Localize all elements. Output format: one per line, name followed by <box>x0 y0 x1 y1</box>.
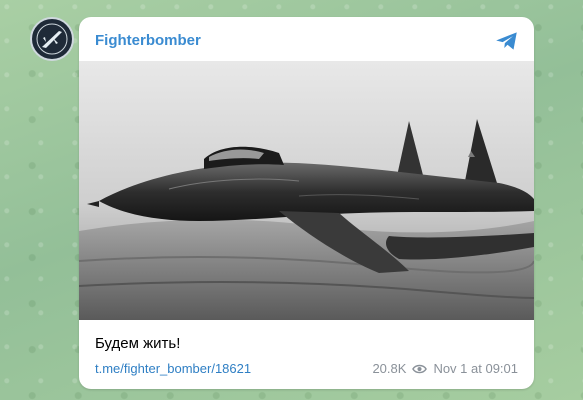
post-link[interactable]: t.me/fighter_bomber/18621 <box>95 361 251 376</box>
channel-avatar[interactable] <box>30 17 74 61</box>
telegram-plane-icon[interactable] <box>494 28 520 54</box>
post-meta: 20.8K Nov 1 at 09:01 <box>372 361 518 376</box>
post-timestamp: Nov 1 at 09:01 <box>433 361 518 376</box>
channel-name[interactable]: Fighterbomber <box>95 32 201 49</box>
view-count: 20.8K <box>372 361 407 376</box>
post-photo[interactable] <box>79 61 534 320</box>
message-card: Fighterbomber Будем жить! t.me/fighter_b… <box>79 17 534 389</box>
post-caption: Будем жить! <box>95 335 181 352</box>
avatar-logo-icon <box>33 20 71 58</box>
fighter-jet-photo <box>79 61 534 320</box>
eye-icon <box>412 364 428 373</box>
